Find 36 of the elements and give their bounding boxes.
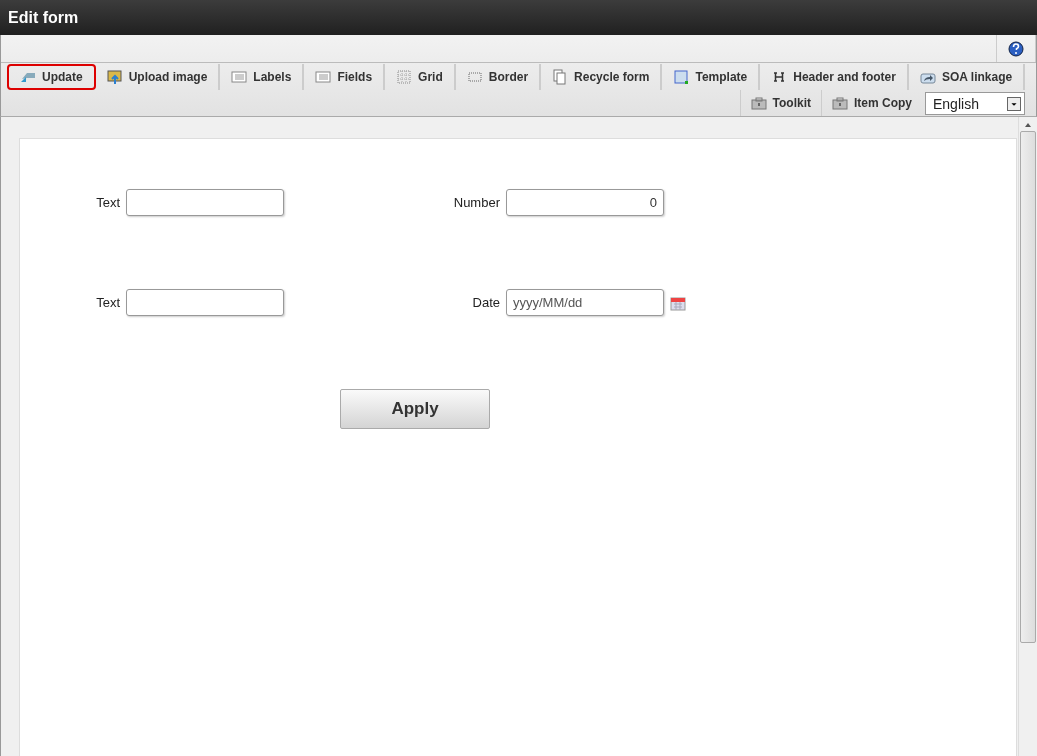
toolbar-button[interactable]: SOA linkage: [908, 64, 1026, 90]
scroll-up-icon[interactable]: [1024, 121, 1032, 129]
image-upload-icon: [106, 69, 123, 85]
field-label: Text: [95, 295, 120, 310]
template-icon: [673, 69, 690, 85]
input-field[interactable]: [126, 189, 284, 216]
toolbar-button[interactable]: Template: [662, 64, 761, 90]
toolbar-button[interactable]: Upload image: [95, 64, 221, 90]
documents-icon: [552, 69, 569, 85]
toolbar-button[interactable]: Grid: [385, 64, 456, 90]
toolbar-button[interactable]: Recycle form: [541, 64, 663, 90]
border-icon: [466, 69, 483, 85]
field-label: Date: [471, 295, 500, 310]
toolbox-icon: [750, 95, 767, 111]
grid-icon: [396, 69, 413, 85]
calendar-icon[interactable]: [670, 294, 686, 311]
toolbar-button[interactable]: Labels: [220, 64, 305, 90]
language-select[interactable]: English: [925, 92, 1025, 115]
window-title: Edit form: [8, 8, 79, 27]
toolbar-button[interactable]: Fields: [304, 64, 386, 90]
input-field[interactable]: [126, 289, 284, 316]
field-label: Number: [452, 195, 500, 210]
toolbar-button[interactable]: Border: [455, 64, 542, 90]
list-icon: [231, 69, 248, 85]
toolbox-icon: [832, 95, 848, 111]
input-field[interactable]: 0: [506, 189, 664, 216]
help-icon[interactable]: [1008, 40, 1024, 57]
field-label: Text: [95, 195, 120, 210]
apply-button[interactable]: Apply: [340, 389, 490, 429]
toolbar-button[interactable]: Toolkit: [739, 90, 821, 116]
scrollbar[interactable]: [1018, 117, 1037, 756]
input-field[interactable]: yyyy/MM/dd: [506, 289, 664, 316]
list-icon: [315, 69, 332, 85]
toolbar-button[interactable]: Item Copy: [821, 90, 922, 116]
toolbar-button[interactable]: Update: [7, 64, 96, 90]
toolbar-button[interactable]: Header and footer: [760, 64, 909, 90]
